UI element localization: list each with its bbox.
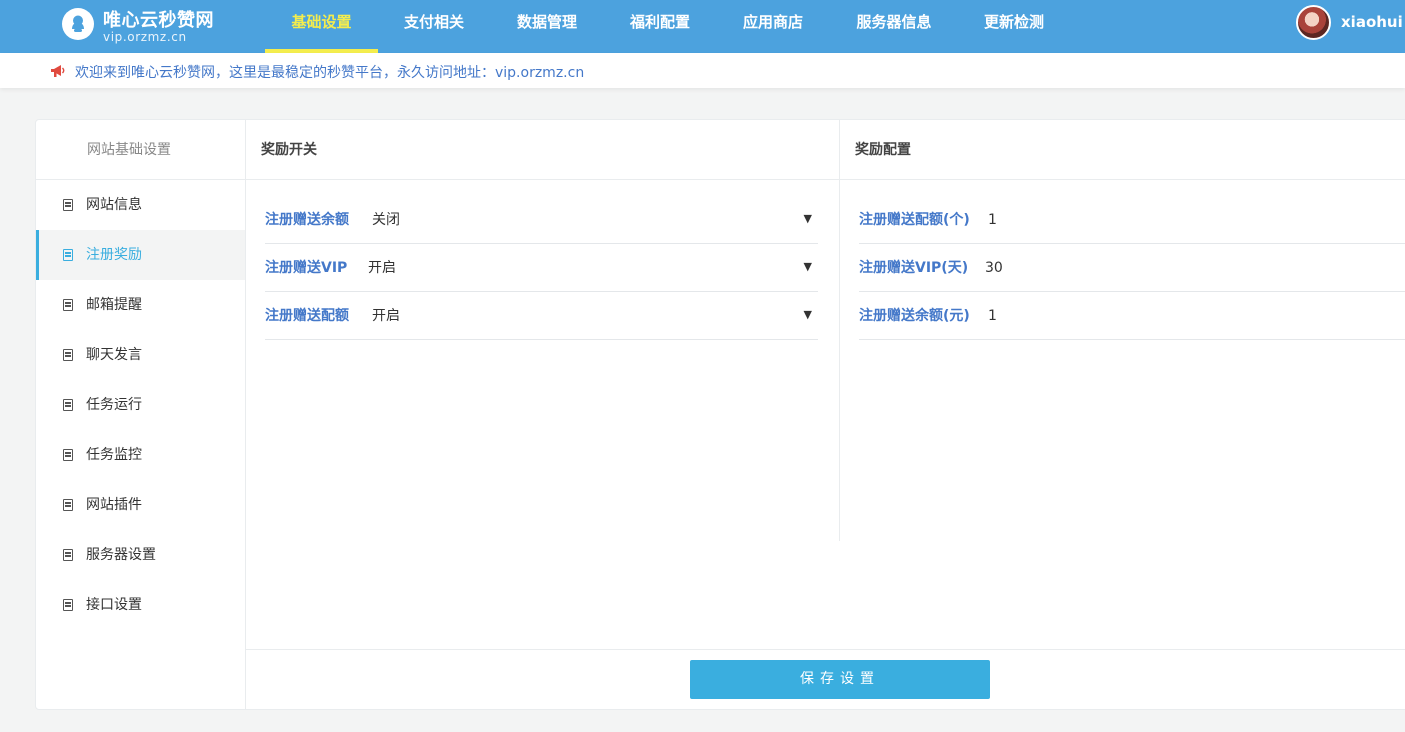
top-header: 唯心云秒赞网 vip.orzmz.cn 基础设置 支付相关 数据管理 福利配置 … xyxy=(0,0,1405,53)
field-label: 注册赠送配额(个) xyxy=(859,212,970,228)
register-balance-input[interactable]: 注册赠送余额(元) 1 xyxy=(859,292,1405,340)
sidebar-item-label: 网站插件 xyxy=(86,497,142,513)
sidebar-item-register-reward[interactable]: 注册奖励 xyxy=(36,230,245,280)
notice-bar: 欢迎来到唯心云秒赞网，这里是最稳定的秒赞平台，永久访问地址：vip.orzmz.… xyxy=(0,53,1405,88)
sidebar-item-api-settings[interactable]: 接口设置 xyxy=(36,580,245,630)
document-icon xyxy=(63,199,73,211)
sidebar-item-task-monitor[interactable]: 任务监控 xyxy=(36,430,245,480)
document-icon xyxy=(63,549,73,561)
sidebar-item-label: 注册奖励 xyxy=(86,247,142,263)
save-settings-button[interactable]: 保存设置 xyxy=(690,660,990,699)
caret-down-icon[interactable]: ▼ xyxy=(804,244,812,290)
reward-switch-heading: 奖励开关 xyxy=(246,120,839,180)
select-value[interactable]: 开启 xyxy=(372,292,400,340)
footer-divider xyxy=(246,649,1405,650)
sidebar-item-label: 网站信息 xyxy=(86,197,142,213)
nav-server-info[interactable]: 服务器信息 xyxy=(837,0,951,53)
sidebar-item-email-reminder[interactable]: 邮箱提醒 xyxy=(36,280,245,330)
document-icon xyxy=(63,299,73,311)
sidebar-item-task-run[interactable]: 任务运行 xyxy=(36,380,245,430)
caret-down-icon[interactable]: ▼ xyxy=(804,292,812,338)
sidebar-item-label: 服务器设置 xyxy=(86,547,156,563)
sidebar-title: 网站基础设置 xyxy=(36,120,245,180)
megaphone-icon xyxy=(50,63,66,82)
notice-text: 欢迎来到唯心云秒赞网，这里是最稳定的秒赞平台，永久访问地址：vip.orzmz.… xyxy=(75,65,585,81)
sidebar-item-label: 邮箱提醒 xyxy=(86,297,142,313)
sidebar-item-label: 任务运行 xyxy=(86,397,142,413)
column-divider xyxy=(839,120,840,541)
site-logo-icon[interactable] xyxy=(62,8,94,40)
sidebar-item-label: 任务监控 xyxy=(86,447,142,463)
register-quota-input[interactable]: 注册赠送配额(个) 1 xyxy=(859,196,1405,244)
sidebar-item-plugins[interactable]: 网站插件 xyxy=(36,480,245,530)
select-value[interactable]: 关闭 xyxy=(372,196,400,244)
field-label: 注册赠送VIP(天) xyxy=(859,260,969,276)
sidebar-item-site-info[interactable]: 网站信息 xyxy=(36,180,245,230)
nav-data-management[interactable]: 数据管理 xyxy=(498,0,596,53)
field-label: 注册赠送余额 xyxy=(265,212,349,228)
field-label: 注册赠送VIP xyxy=(265,260,348,276)
select-value[interactable]: 开启 xyxy=(368,244,396,292)
register-vip-days-input[interactable]: 注册赠送VIP(天) 30 xyxy=(859,244,1405,292)
document-icon xyxy=(63,399,73,411)
document-icon xyxy=(63,449,73,461)
nav-app-store[interactable]: 应用商店 xyxy=(724,0,822,53)
document-icon xyxy=(63,249,73,261)
field-label: 注册赠送配额 xyxy=(265,308,349,324)
sidebar-item-label: 接口设置 xyxy=(86,597,142,613)
settings-sidebar: 网站基础设置 网站信息 注册奖励 邮箱提醒 聊天发言 任务运行 任务监控 网站插… xyxy=(36,120,246,709)
nav-payment[interactable]: 支付相关 xyxy=(385,0,483,53)
document-icon xyxy=(63,349,73,361)
nav-update-check[interactable]: 更新检测 xyxy=(965,0,1063,53)
register-balance-select[interactable]: 注册赠送余额 关闭 ▼ xyxy=(265,196,818,244)
reward-config-heading: 奖励配置 xyxy=(840,120,1405,180)
brand-subtitle: vip.orzmz.cn xyxy=(103,30,187,44)
sidebar-item-chat[interactable]: 聊天发言 xyxy=(36,330,245,380)
sidebar-item-label: 聊天发言 xyxy=(86,347,142,363)
document-icon xyxy=(63,499,73,511)
brand-title[interactable]: 唯心云秒赞网 xyxy=(103,6,214,32)
username[interactable]: xiaohui xyxy=(1341,13,1403,31)
input-value[interactable]: 1 xyxy=(988,196,997,244)
register-vip-select[interactable]: 注册赠送VIP 开启 ▼ xyxy=(265,244,818,292)
register-quota-select[interactable]: 注册赠送配额 开启 ▼ xyxy=(265,292,818,340)
document-icon xyxy=(63,599,73,611)
nav-basic-settings[interactable]: 基础设置 xyxy=(265,0,378,53)
input-value[interactable]: 1 xyxy=(988,292,997,340)
settings-panel: 网站基础设置 网站信息 注册奖励 邮箱提醒 聊天发言 任务运行 任务监控 网站插… xyxy=(35,119,1405,710)
avatar[interactable] xyxy=(1296,5,1331,40)
input-value[interactable]: 30 xyxy=(985,244,1003,292)
caret-down-icon[interactable]: ▼ xyxy=(804,196,812,242)
nav-welfare-config[interactable]: 福利配置 xyxy=(611,0,709,53)
sidebar-item-server-settings[interactable]: 服务器设置 xyxy=(36,530,245,580)
field-label: 注册赠送余额(元) xyxy=(859,308,970,324)
